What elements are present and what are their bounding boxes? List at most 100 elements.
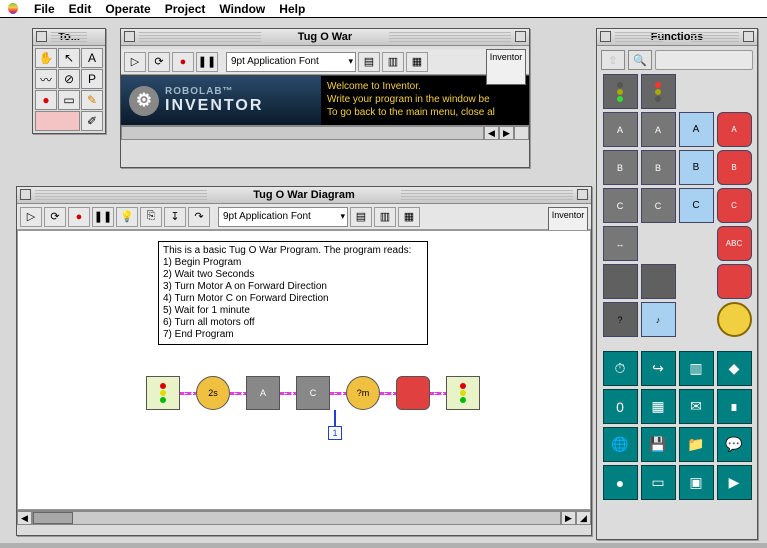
menu-edit[interactable]: Edit	[69, 2, 92, 16]
wait-1m-node[interactable]: ?m	[346, 376, 380, 410]
tools-titlebar[interactable]: To...	[33, 29, 105, 46]
stop-all-node[interactable]	[396, 376, 430, 410]
motor-a-node[interactable]: A	[246, 376, 280, 410]
sub2-icon[interactable]	[641, 264, 676, 299]
pencil-tool-icon[interactable]: ✎	[81, 90, 103, 110]
motor-c-fwd-icon[interactable]: C	[603, 188, 638, 223]
inventor-zoom-icon[interactable]	[515, 31, 526, 42]
mode-tab-inventor[interactable]: Inventor	[486, 49, 526, 85]
wait-time-icon[interactable]: ⏱	[603, 351, 638, 386]
color-swatch[interactable]	[35, 111, 80, 131]
abort-button[interactable]: ●	[172, 52, 194, 72]
stop-abc-icon[interactable]: ABC	[717, 226, 752, 261]
zero-icon[interactable]: 0	[603, 389, 638, 424]
menu-help[interactable]: Help	[279, 2, 305, 16]
distribute-button[interactable]: ▦	[398, 207, 420, 227]
stop-generic-icon[interactable]	[717, 264, 752, 299]
run-button[interactable]: ▷	[124, 52, 146, 72]
arrow-tool-icon[interactable]: ↖	[58, 48, 80, 68]
diagram-close-icon[interactable]	[20, 189, 31, 200]
motor-b-fwd-icon[interactable]: B	[603, 150, 638, 185]
abort-button[interactable]: ●	[68, 207, 90, 227]
diagram-hscroll[interactable]: ◀ ▶ ◢	[17, 510, 591, 525]
search-icon[interactable]: 🔍	[628, 50, 652, 70]
diagram-canvas[interactable]: This is a basic Tug O War Program. The p…	[17, 230, 591, 510]
search-field[interactable]	[655, 50, 753, 70]
reorder-button[interactable]: ▥	[374, 207, 396, 227]
end-node[interactable]	[446, 376, 480, 410]
motor-a-rev-icon[interactable]: A	[641, 112, 676, 147]
motor-all-fwd-icon[interactable]: ↔	[603, 226, 638, 261]
scroll-right-icon[interactable]: ▶	[499, 126, 514, 140]
nav-up-icon[interactable]: ⇧	[601, 50, 625, 70]
brick-icon[interactable]: ▭	[641, 465, 676, 500]
run-button[interactable]: ▷	[20, 207, 42, 227]
menu-project[interactable]: Project	[165, 2, 206, 16]
numeric-constant[interactable]: 1	[328, 426, 342, 440]
comment-box[interactable]: This is a basic Tug O War Program. The p…	[158, 241, 428, 345]
paint-tool-icon[interactable]: ▭	[58, 90, 80, 110]
chip-icon[interactable]: ▣	[679, 465, 714, 500]
menu-operate[interactable]: Operate	[105, 2, 150, 16]
diagram-zoom-icon[interactable]	[577, 189, 588, 200]
hand-tool-icon[interactable]: ✋	[35, 48, 57, 68]
tools-close-icon[interactable]	[36, 31, 47, 42]
inventor-close-icon[interactable]	[124, 31, 135, 42]
mail-icon[interactable]: ✉	[679, 389, 714, 424]
record-tool-icon[interactable]: ●	[35, 90, 57, 110]
font-select[interactable]: 9pt Application Font	[226, 52, 356, 72]
motor-b-flip-icon[interactable]: B	[679, 150, 714, 185]
diagram-titlebar[interactable]: Tug O War Diagram	[17, 187, 591, 204]
sound-icon[interactable]: ♪	[641, 302, 676, 337]
menu-window[interactable]: Window	[219, 2, 265, 16]
traffic-red-icon[interactable]	[641, 74, 676, 109]
container-icon[interactable]: ▦	[641, 389, 676, 424]
diamond-icon[interactable]: ◆	[717, 351, 752, 386]
text-tool-icon[interactable]: A	[81, 48, 103, 68]
disk-icon[interactable]: 💾	[641, 427, 676, 462]
run-cont-button[interactable]: ⟳	[44, 207, 66, 227]
speech-icon[interactable]: 💬	[717, 427, 752, 462]
highlight-button[interactable]: 💡	[116, 207, 138, 227]
step-into-button[interactable]: ↧	[164, 207, 186, 227]
traffic-green-icon[interactable]	[603, 74, 638, 109]
scroll-left-icon[interactable]: ◀	[17, 511, 32, 525]
wire-tool-icon[interactable]: 〰	[35, 69, 57, 89]
run-cont-button[interactable]: ⟳	[148, 52, 170, 72]
grow-icon[interactable]	[514, 126, 529, 140]
align-button[interactable]: ▤	[350, 207, 372, 227]
functions-close-icon[interactable]	[600, 31, 611, 42]
distribute-button[interactable]: ▦	[406, 52, 428, 72]
motor-c-node[interactable]: C	[296, 376, 330, 410]
piano-icon[interactable]: ▥	[679, 351, 714, 386]
motor-c-rev-icon[interactable]: C	[641, 188, 676, 223]
motor-b-rev-icon[interactable]: B	[641, 150, 676, 185]
font-select[interactable]: 9pt Application Font	[218, 207, 348, 227]
begin-node[interactable]	[146, 376, 180, 410]
functions-zoom-icon[interactable]	[743, 31, 754, 42]
retain-button[interactable]: ⎘	[140, 207, 162, 227]
motor-a-fwd-icon[interactable]: A	[603, 112, 638, 147]
functions-titlebar[interactable]: Functions	[597, 29, 757, 46]
brush-tool-icon[interactable]: ✐	[81, 111, 103, 131]
task-icon[interactable]: ?	[603, 302, 638, 337]
wait-2s-node[interactable]: 2s	[196, 376, 230, 410]
inventor-titlebar[interactable]: Tug O War	[121, 29, 529, 46]
scroll-right-icon[interactable]: ▶	[561, 511, 576, 525]
breakpoint-tool-icon[interactable]: ⊘	[58, 69, 80, 89]
grow-icon[interactable]: ◢	[576, 511, 591, 525]
lamp-icon[interactable]	[717, 302, 752, 337]
scroll-left-icon[interactable]: ◀	[484, 126, 499, 140]
candle-icon[interactable]: ∎	[717, 389, 752, 424]
stop-c-icon[interactable]: C	[717, 188, 752, 223]
stop-b-icon[interactable]: B	[717, 150, 752, 185]
light2-icon[interactable]: ●	[603, 465, 638, 500]
motor-a-flip-icon[interactable]: A	[679, 112, 714, 147]
menu-file[interactable]: File	[34, 2, 55, 16]
inventor-hscroll[interactable]: ◀ ▶	[121, 125, 529, 140]
sub1-icon[interactable]	[603, 264, 638, 299]
step-over-button[interactable]: ↷	[188, 207, 210, 227]
folder-icon[interactable]: 📁	[679, 427, 714, 462]
align-button[interactable]: ▤	[358, 52, 380, 72]
pause-button[interactable]: ❚❚	[92, 207, 114, 227]
